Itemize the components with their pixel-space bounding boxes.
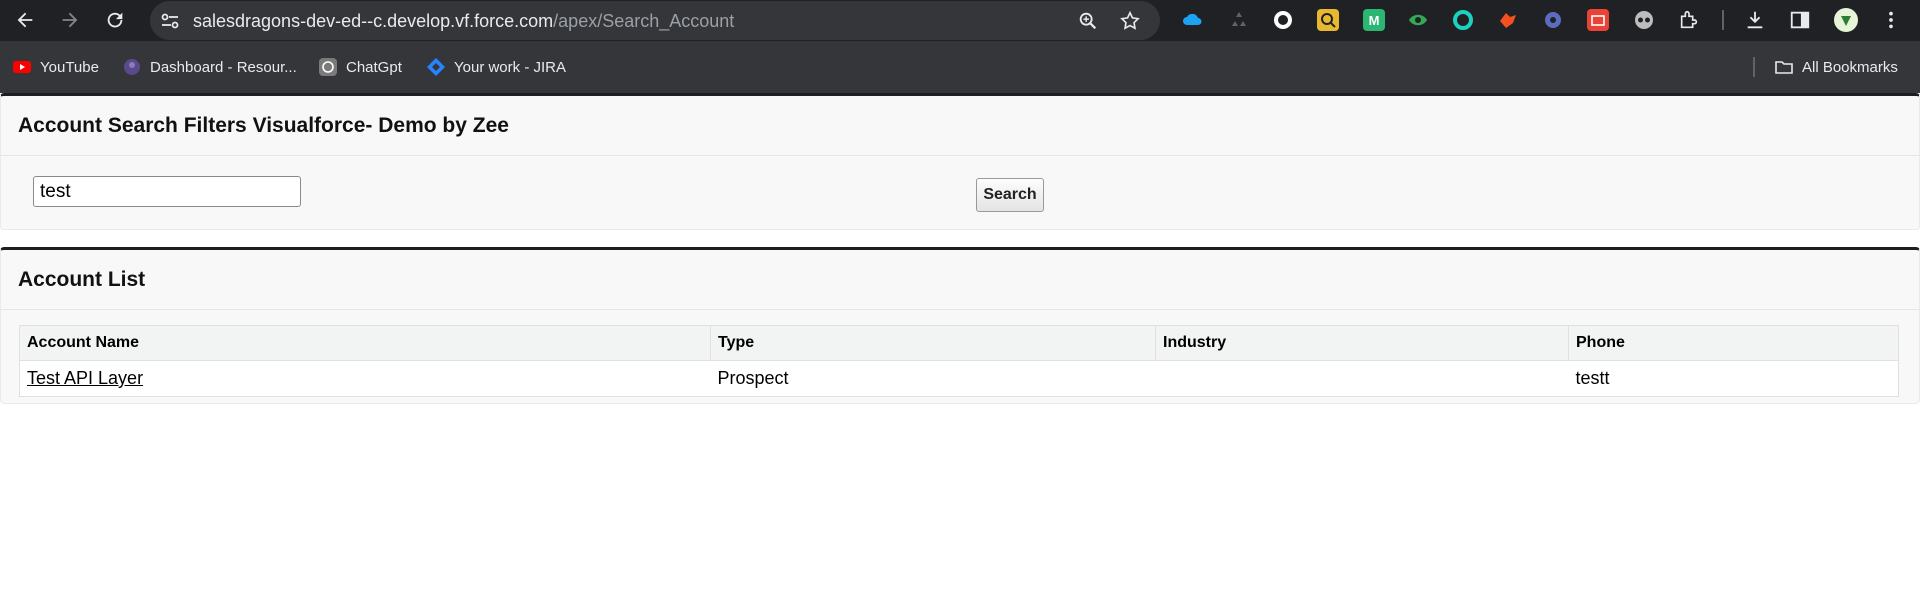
reload-icon[interactable] [101,6,129,34]
account-name-link[interactable]: Test API Layer [27,368,143,388]
search-filters-block: Account Search Filters Visualforce- Demo… [0,93,1920,230]
account-search-input[interactable] [33,176,301,207]
cell-phone: testt [1568,360,1899,397]
dashboard-icon [122,57,142,77]
cell-type: Prospect [710,360,1156,397]
column-header-account-name: Account Name [19,325,711,361]
cell-account-name: Test API Layer [19,360,711,397]
m-extension-icon[interactable]: M [1363,9,1385,31]
search-button[interactable]: Search [976,178,1044,212]
jira-icon [426,57,446,77]
url-text: salesdragons-dev-ed--c.develop.vf.force.… [193,11,734,32]
column-header-type: Type [710,325,1156,361]
column-header-phone: Phone [1568,325,1899,361]
mail-extension-icon[interactable] [1587,9,1609,31]
all-bookmarks-label: All Bookmarks [1802,58,1898,76]
account-list-title: Account List [18,267,146,291]
accounts-table: Account Name Type Industry Phone Test AP… [19,325,1899,397]
site-info-icon[interactable] [160,11,180,31]
address-bar[interactable]: salesdragons-dev-ed--c.develop.vf.force.… [150,1,1160,40]
menu-kebab-icon[interactable] [1880,9,1902,31]
svg-text:M: M [1369,13,1380,28]
glasses-extension-icon[interactable] [1633,9,1655,31]
forward-icon[interactable] [56,6,84,34]
fox-extension-icon[interactable] [1497,9,1519,31]
chatgpt-icon [318,57,338,77]
bookmark-dashboard[interactable]: Dashboard - Resour... [122,54,297,80]
bookmarks-bar: YouTube Dashboard - Resour... ChatGpt Yo… [0,41,1920,93]
side-panel-icon[interactable] [1789,9,1811,31]
table-header-row: Account Name Type Industry Phone [19,325,1899,361]
profile-avatar[interactable] [1833,7,1859,33]
bookmark-label: Dashboard - Resour... [150,58,297,76]
cloud-extension-icon[interactable] [1182,9,1204,31]
bookmark-youtube[interactable]: YouTube [12,54,99,80]
toolbar-separator [1722,10,1724,30]
all-bookmarks-button[interactable]: All Bookmarks [1774,54,1898,80]
back-icon[interactable] [11,6,39,34]
browser-toolbar: salesdragons-dev-ed--c.develop.vf.force.… [0,0,1920,41]
search-block-header: Account Search Filters Visualforce- Demo… [1,96,1919,156]
url-path: /apex/Search_Account [553,11,735,31]
bookmark-chatgpt[interactable]: ChatGpt [318,54,402,80]
gear-extension-icon[interactable] [1542,9,1564,31]
extensions-puzzle-icon[interactable] [1678,9,1700,31]
bookmark-label: YouTube [40,58,99,76]
account-list-block: Account List Account Name Type Industry … [0,247,1920,404]
cell-industry [1155,360,1569,397]
bookmark-jira[interactable]: Your work - JIRA [426,54,566,80]
bookmarks-separator [1753,57,1755,77]
eye-extension-icon[interactable] [1407,9,1429,31]
search-extension-icon[interactable] [1317,9,1339,31]
bookmark-label: ChatGpt [346,58,402,76]
account-list-header: Account List [1,250,1919,310]
table-row: Test API Layer Prospect testt [19,360,1899,397]
youtube-icon [12,57,32,77]
folder-icon [1774,57,1794,77]
page-content: Account Search Filters Visualforce- Demo… [0,93,1920,604]
column-header-industry: Industry [1155,325,1569,361]
bookmark-star-icon[interactable] [1119,10,1141,32]
circle-extension-icon[interactable] [1272,9,1294,31]
bookmark-label: Your work - JIRA [454,58,566,76]
zoom-icon[interactable] [1077,10,1099,32]
url-host: salesdragons-dev-ed--c.develop.vf.force.… [193,11,554,31]
download-icon[interactable] [1744,9,1766,31]
ring-extension-icon[interactable] [1452,9,1474,31]
search-block-title: Account Search Filters Visualforce- Demo… [18,113,509,137]
recycle-extension-icon[interactable] [1228,9,1250,31]
